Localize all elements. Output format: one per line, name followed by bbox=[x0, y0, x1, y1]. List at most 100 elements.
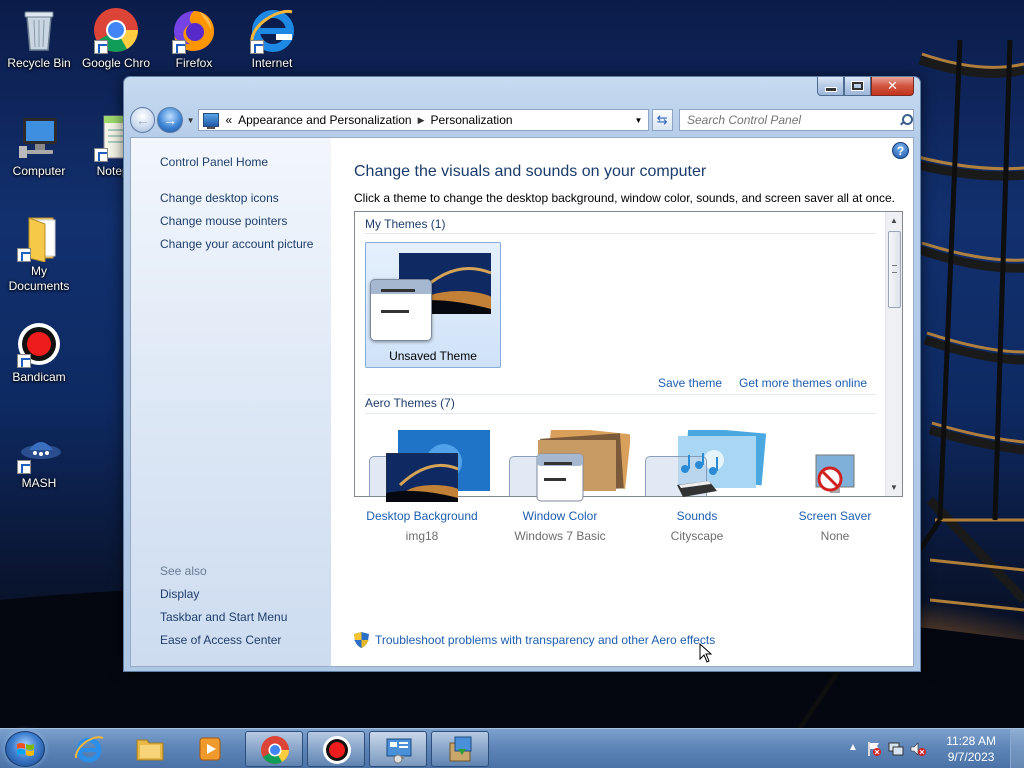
desktop-icon-label: Bandicam bbox=[12, 370, 66, 384]
ease-of-access-center-link[interactable]: Ease of Access Center bbox=[160, 633, 281, 647]
action-center-flag-icon[interactable] bbox=[866, 741, 882, 757]
show-hidden-icons-icon[interactable]: ▲ bbox=[848, 742, 864, 758]
display-link[interactable]: Display bbox=[160, 587, 199, 601]
theme-unsaved[interactable]: Unsaved Theme bbox=[365, 242, 501, 368]
close-icon: ✕ bbox=[887, 78, 898, 93]
forward-button[interactable]: → bbox=[157, 107, 183, 133]
minimize-icon bbox=[825, 87, 836, 91]
minimize-button[interactable] bbox=[817, 77, 844, 96]
desktop-icon-recycle-bin[interactable]: Recycle Bin bbox=[1, 6, 77, 71]
personalization-window: ✕ ← → ▼ « Appearance and Personalization… bbox=[123, 76, 921, 672]
desktop-icon-google-chrome[interactable]: Google Chro bbox=[78, 6, 154, 71]
recycle-bin-icon bbox=[15, 6, 63, 54]
internet-explorer-icon bbox=[75, 736, 104, 763]
taskbar-installer[interactable] bbox=[431, 731, 489, 767]
setting-label[interactable]: Screen Saver bbox=[767, 509, 903, 523]
back-arrow-icon: ← bbox=[135, 112, 150, 128]
search-input[interactable] bbox=[687, 113, 897, 127]
address-dropdown-icon[interactable]: ▼ bbox=[630, 116, 648, 125]
desktop-icon-firefox[interactable]: Firefox bbox=[156, 6, 232, 71]
breadcrumb-personalization[interactable]: Personalization bbox=[425, 113, 519, 127]
help-icon: ? bbox=[896, 143, 905, 158]
forward-arrow-icon: → bbox=[163, 112, 178, 128]
change-account-picture-link[interactable]: Change your account picture bbox=[160, 237, 313, 251]
address-bar[interactable]: « Appearance and Personalization ▶ Perso… bbox=[198, 109, 649, 131]
section-divider bbox=[365, 413, 876, 414]
control-panel-home-link[interactable]: Control Panel Home bbox=[160, 155, 268, 169]
get-more-themes-link[interactable]: Get more themes online bbox=[739, 376, 867, 390]
setting-label[interactable]: Window Color bbox=[492, 509, 628, 523]
desktop-icon-label: Internet bbox=[251, 56, 293, 70]
folder-documents-icon bbox=[15, 214, 63, 263]
desktop-background-icon bbox=[385, 452, 464, 505]
chrome-icon bbox=[261, 736, 289, 764]
show-desktop-button[interactable] bbox=[1010, 729, 1024, 768]
window-color-icon bbox=[536, 453, 584, 502]
desktop-icon-label: Google Chro bbox=[81, 56, 151, 70]
help-button[interactable]: ? bbox=[892, 142, 909, 159]
desktop-icon-internet[interactable]: Internet bbox=[234, 6, 310, 71]
bandicam-icon bbox=[15, 320, 63, 368]
breadcrumb-separator-icon[interactable]: ▶ bbox=[418, 115, 425, 126]
shield-icon bbox=[354, 632, 369, 648]
volume-muted-icon[interactable] bbox=[910, 741, 926, 757]
desktop-icon-label: Firefox bbox=[175, 56, 213, 70]
desktop-icon-label: MASH bbox=[21, 476, 57, 490]
my-themes-heading: My Themes (1) bbox=[365, 217, 446, 231]
scroll-thumb[interactable] bbox=[888, 231, 901, 308]
firefox-icon bbox=[170, 6, 218, 54]
breadcrumb-overflow[interactable]: « bbox=[223, 113, 232, 127]
maximize-icon bbox=[852, 82, 863, 90]
desktop-icon-label: My Documents bbox=[8, 264, 70, 293]
setting-value: None bbox=[820, 529, 850, 543]
change-desktop-icons-link[interactable]: Change desktop icons bbox=[160, 191, 279, 205]
setting-label[interactable]: Desktop Background bbox=[354, 509, 490, 523]
search-icon[interactable] bbox=[899, 113, 913, 127]
mouse-cursor-icon bbox=[699, 643, 713, 663]
refresh-button[interactable]: ⇆ bbox=[651, 109, 673, 131]
sounds-setting[interactable]: Sounds Cityscape bbox=[629, 448, 765, 543]
taskbar: ▲ 11:28 AM 9/7/2023 bbox=[0, 728, 1024, 768]
troubleshoot-aero-link[interactable]: Troubleshoot problems with transparency … bbox=[375, 633, 715, 647]
refresh-icon: ⇆ bbox=[656, 112, 668, 127]
internet-explorer-icon bbox=[248, 6, 296, 54]
desktop-icon-mash[interactable]: MASH bbox=[1, 426, 77, 491]
clock[interactable]: 11:28 AM 9/7/2023 bbox=[946, 733, 996, 765]
system-tray: ▲ 11:28 AM 9/7/2023 bbox=[844, 729, 1024, 768]
start-button[interactable] bbox=[5, 731, 45, 767]
close-button[interactable]: ✕ bbox=[871, 77, 914, 96]
taskbar-start-menu-link[interactable]: Taskbar and Start Menu bbox=[160, 610, 287, 624]
change-mouse-pointers-link[interactable]: Change mouse pointers bbox=[160, 214, 287, 228]
maximize-button[interactable] bbox=[844, 77, 871, 96]
breadcrumb-appearance-and-personalization[interactable]: Appearance and Personalization bbox=[232, 113, 417, 127]
taskbar-control-panel[interactable] bbox=[369, 731, 427, 767]
control-panel-icon bbox=[386, 738, 412, 764]
shortcut-arrow-icon bbox=[172, 40, 186, 54]
desktop-background-setting[interactable]: Desktop Background img18 bbox=[354, 448, 490, 543]
network-icon[interactable] bbox=[888, 741, 904, 757]
taskbar-google-chrome[interactable] bbox=[245, 731, 303, 767]
see-also-heading: See also bbox=[160, 564, 207, 578]
desktop-icon-my-documents[interactable]: My Documents bbox=[1, 214, 77, 294]
screen-saver-setting[interactable]: Screen Saver None bbox=[767, 448, 903, 543]
mash-icon bbox=[15, 426, 63, 474]
main-pane: ? Change the visuals and sounds on your … bbox=[331, 138, 913, 666]
content-area: Control Panel Home Change desktop icons … bbox=[130, 137, 914, 667]
search-box[interactable] bbox=[679, 109, 914, 131]
setting-value: Cityscape bbox=[670, 529, 724, 543]
taskbar-windows-explorer[interactable] bbox=[121, 731, 179, 767]
taskbar-internet-explorer[interactable] bbox=[60, 731, 118, 767]
scroll-up-icon[interactable]: ▲ bbox=[886, 212, 902, 229]
window-color-setting[interactable]: Window Color Windows 7 Basic bbox=[492, 448, 628, 543]
recent-pages-dropdown[interactable]: ▼ bbox=[185, 116, 197, 125]
taskbar-bandicam[interactable] bbox=[307, 731, 365, 767]
desktop-icon-computer[interactable]: Computer bbox=[1, 114, 77, 179]
setting-label[interactable]: Sounds bbox=[629, 509, 765, 523]
back-button[interactable]: ← bbox=[130, 107, 156, 133]
left-navigation-pane: Control Panel Home Change desktop icons … bbox=[131, 138, 331, 666]
save-theme-link[interactable]: Save theme bbox=[658, 376, 722, 390]
troubleshoot-row: Troubleshoot problems with transparency … bbox=[354, 632, 715, 648]
taskbar-media-player[interactable] bbox=[181, 731, 239, 767]
navigation-bar: ← → ▼ « Appearance and Personalization ▶… bbox=[130, 107, 914, 133]
desktop-icon-bandicam[interactable]: Bandicam bbox=[1, 320, 77, 385]
